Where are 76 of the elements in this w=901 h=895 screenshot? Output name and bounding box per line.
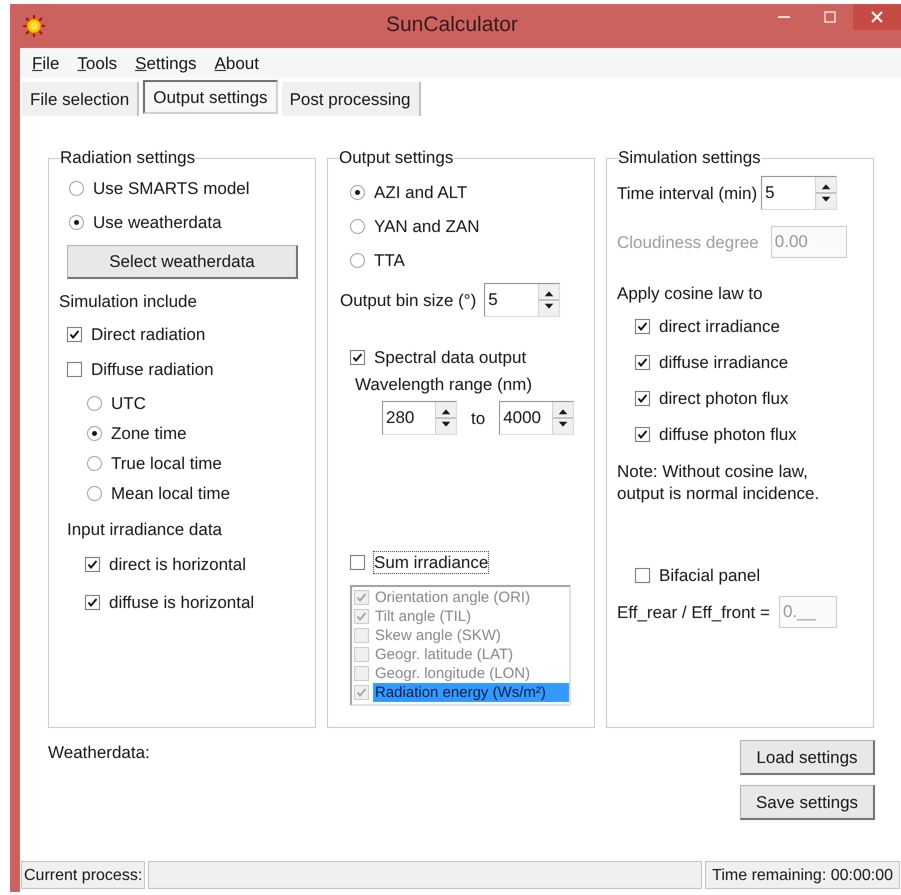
checkbox-label: Bifacial panel — [659, 565, 760, 586]
section-label: Simulation include — [59, 291, 198, 312]
checkbox[interactable] — [350, 350, 365, 365]
checkbox[interactable] — [635, 391, 650, 406]
checkbox[interactable] — [67, 327, 82, 342]
settings-button[interactable]: Save settings — [740, 785, 875, 820]
section-label: Apply cosine law to — [617, 283, 764, 304]
radio-label: Mean local time — [111, 483, 230, 504]
tab[interactable]: File selection — [22, 82, 140, 116]
group-title: Simulation settings — [618, 148, 761, 168]
close-button[interactable] — [853, 4, 901, 30]
field-label: Output bin size (°) — [340, 290, 476, 310]
radio-label: Use SMARTS model — [93, 178, 250, 199]
group-title: Output settings — [339, 148, 454, 168]
radio-label: TTA — [374, 250, 405, 271]
radio-label: Use weatherdata — [93, 212, 222, 233]
menu-item[interactable]: Tools — [73, 52, 122, 74]
radio-label: YAN and ZAN — [374, 216, 480, 237]
radio-label: AZI and ALT — [374, 182, 468, 203]
checkbox-label: diffuse is horizontal — [109, 592, 254, 613]
select-weatherdata-button[interactable]: Select weatherdata — [67, 245, 298, 279]
time-remaining: Time remaining: 00:00:00 — [705, 861, 900, 889]
menu-item[interactable]: File — [28, 52, 64, 74]
spin-box[interactable]: 5 — [761, 176, 838, 210]
checkbox[interactable] — [67, 362, 82, 377]
group-title: Radiation settings — [60, 148, 196, 168]
checkbox-label: direct irradiance — [659, 316, 780, 337]
checkbox[interactable] — [350, 555, 365, 570]
field-label: Time interval (min) — [617, 182, 758, 204]
radio-button[interactable] — [69, 181, 84, 196]
checkbox-label: diffuse irradiance — [659, 352, 788, 373]
checkbox-label: Sum irradiance — [374, 552, 488, 573]
maximize-icon — [824, 11, 836, 23]
tab[interactable]: Output settings — [143, 80, 278, 114]
checkbox[interactable] — [635, 427, 650, 442]
radio-button[interactable] — [350, 219, 365, 234]
radio-label: UTC — [111, 393, 146, 414]
radio-button[interactable] — [87, 426, 102, 441]
checkbox[interactable] — [635, 319, 650, 334]
menu-item[interactable]: Settings — [131, 52, 201, 74]
window-title: SunCalculator — [386, 14, 518, 35]
checkbox-label: direct is horizontal — [109, 554, 246, 575]
checkbox-label: Diffuse radiation — [91, 359, 214, 380]
spin-box[interactable]: 5 — [484, 283, 560, 317]
checkbox-label: Spectral data output — [374, 347, 526, 368]
radio-button[interactable] — [350, 185, 365, 200]
weatherdata-label: Weatherdata: — [48, 742, 150, 764]
checkbox[interactable] — [635, 355, 650, 370]
radio-button[interactable] — [87, 456, 102, 471]
field-label: Eff_rear / Eff_front = — [617, 602, 770, 622]
checkbox[interactable] — [85, 595, 100, 610]
status-label: Current process: — [21, 861, 146, 889]
checkbox-label: Direct radiation — [91, 324, 206, 345]
radio-button[interactable] — [87, 486, 102, 501]
checkbox-label: direct photon flux — [659, 388, 788, 409]
section-label: Input irradiance data — [67, 519, 223, 540]
spin-box[interactable]: 280 — [382, 401, 457, 435]
spin-box[interactable]: 4000 — [499, 401, 574, 435]
note-text: Note: Without cosine law, output is normal incidence. — [617, 461, 820, 505]
radio-button[interactable] — [69, 215, 84, 230]
checkbox[interactable] — [85, 557, 100, 572]
checkbox[interactable] — [635, 568, 650, 583]
settings-button[interactable]: Load settings — [740, 740, 875, 775]
field-label: Wavelength range (nm) — [355, 374, 534, 395]
radio-button[interactable] — [87, 396, 102, 411]
radio-label: Zone time — [111, 423, 187, 444]
checkbox-label: diffuse photon flux — [659, 424, 797, 445]
range-separator: to — [471, 408, 486, 428]
menu-item[interactable]: About — [210, 52, 263, 74]
field-label: Cloudiness degree — [617, 232, 759, 252]
radio-button[interactable] — [350, 253, 365, 268]
close-icon — [871, 11, 883, 23]
minimize-icon — [778, 15, 790, 19]
tab[interactable]: Post processing — [282, 82, 421, 116]
sun-icon — [22, 14, 46, 38]
radio-label: True local time — [111, 453, 222, 474]
